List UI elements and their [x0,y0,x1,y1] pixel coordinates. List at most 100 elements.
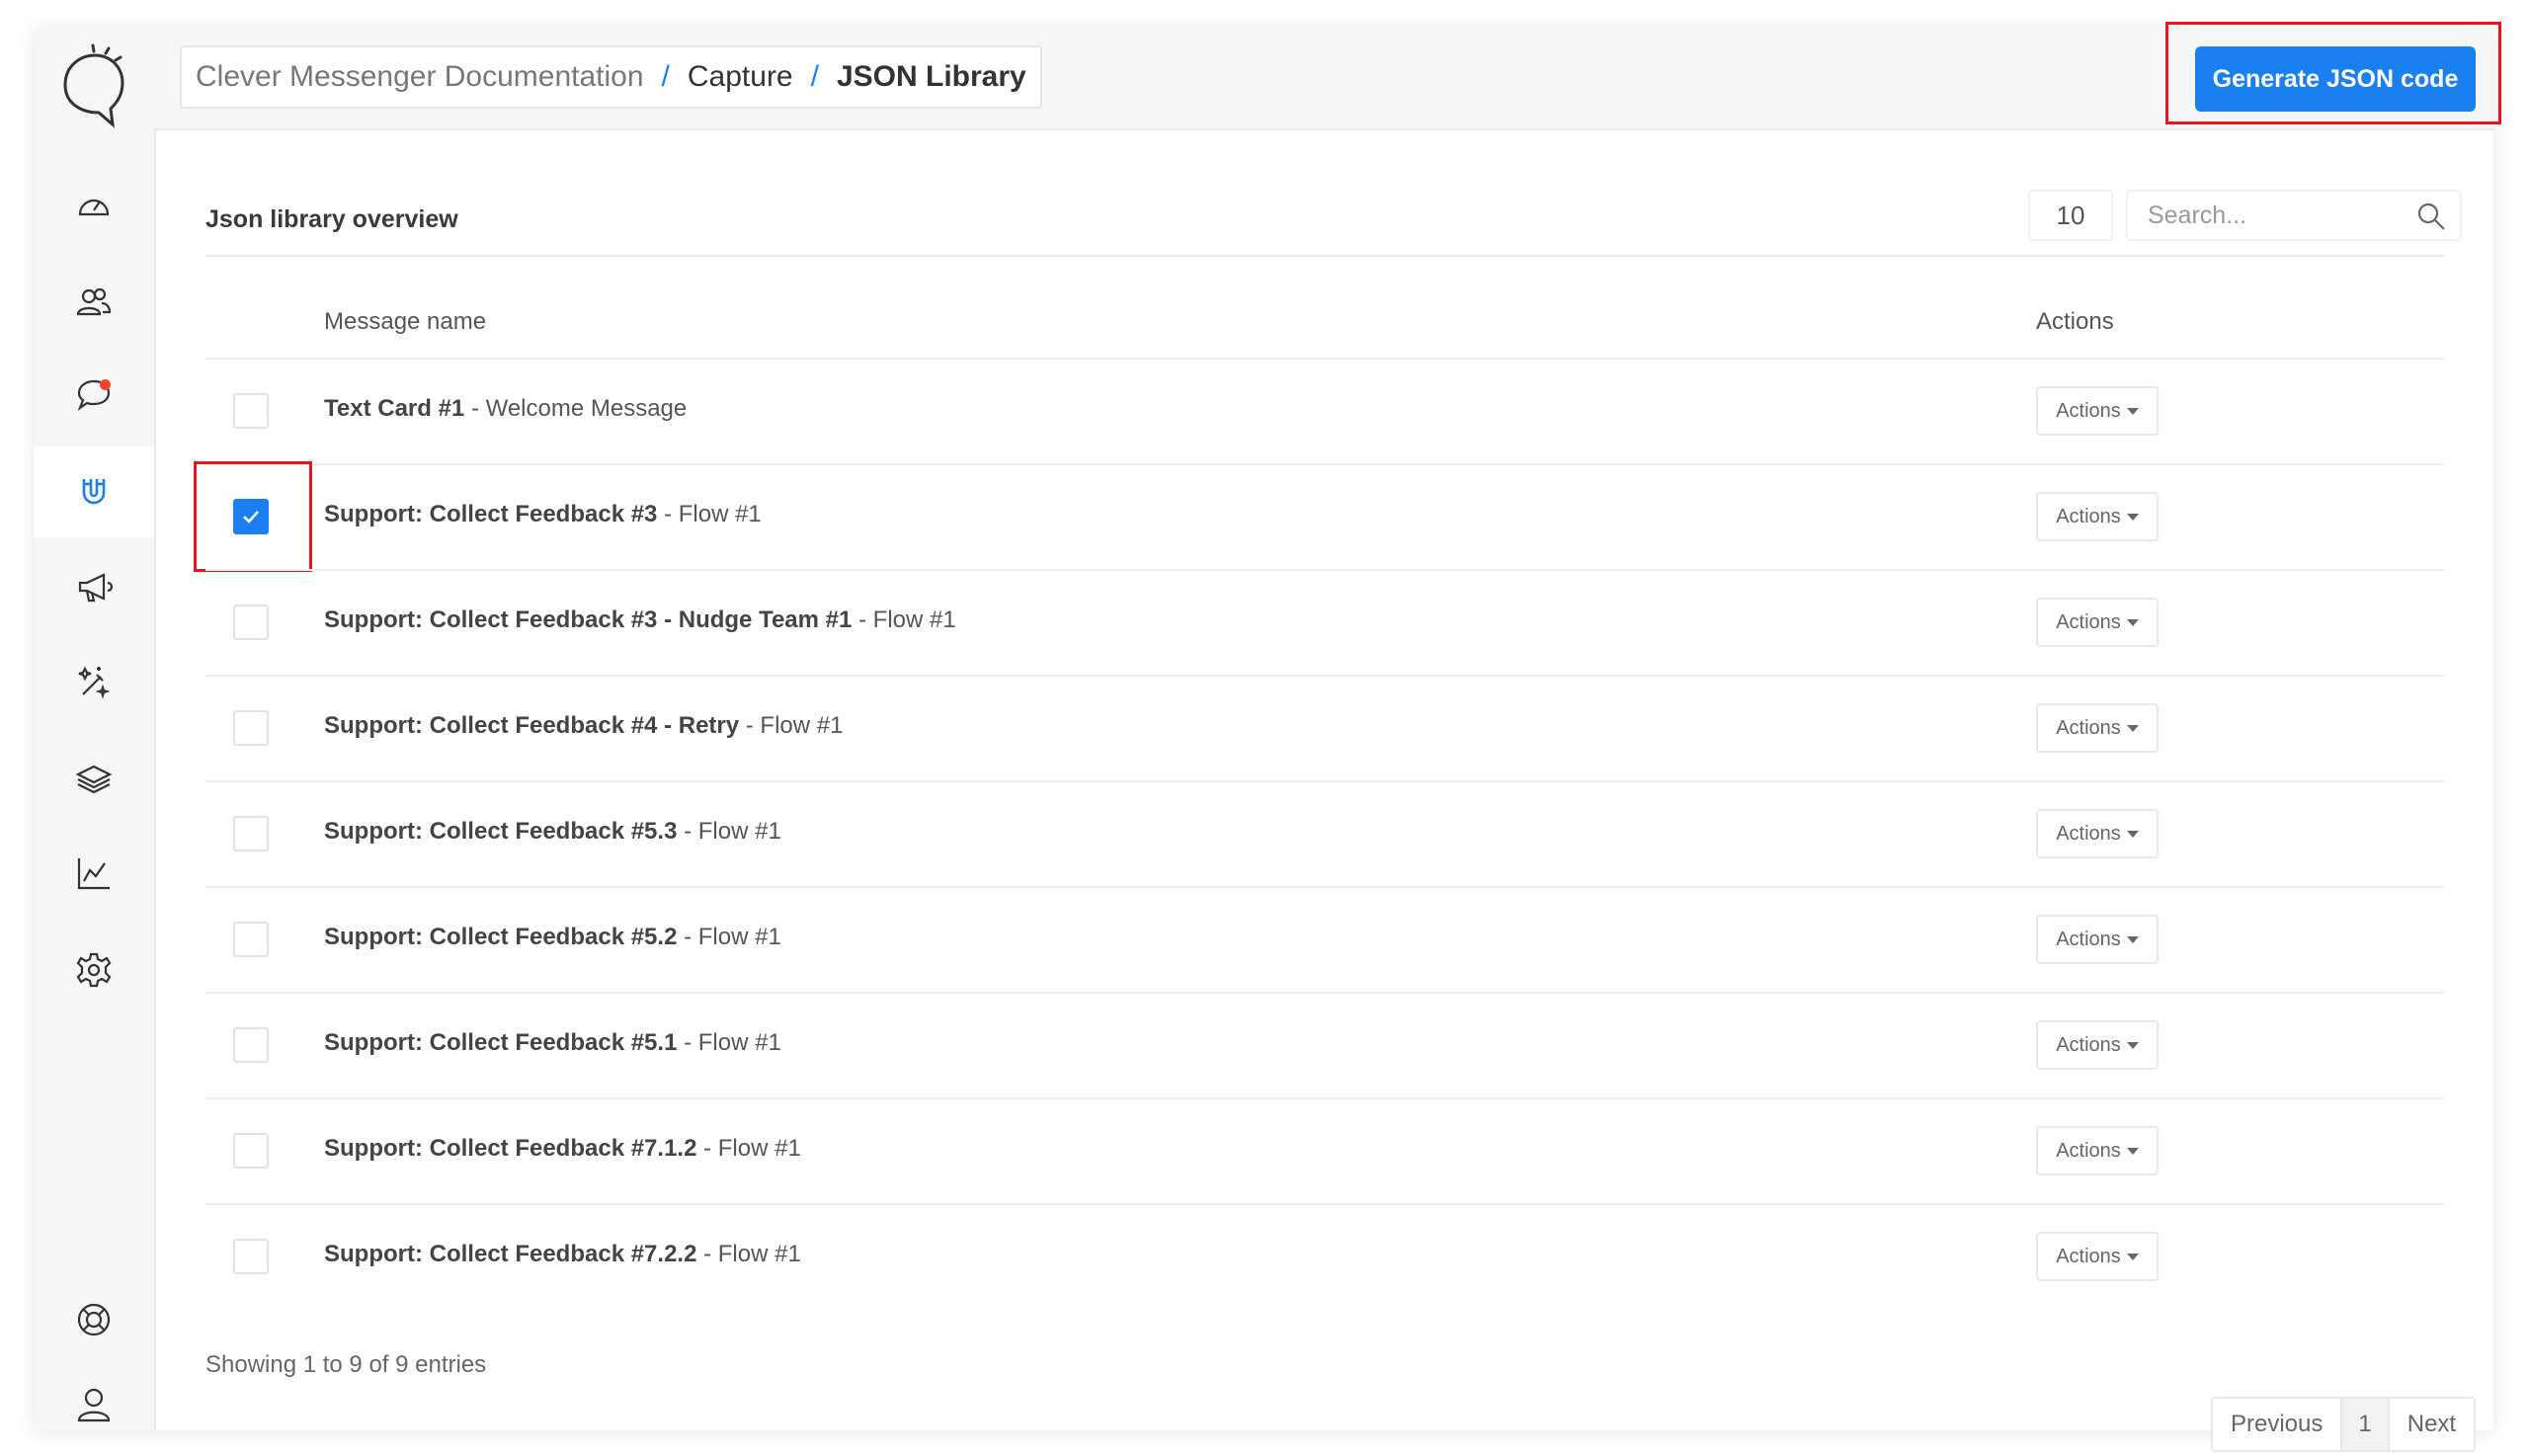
message-name: Support: Collect Feedback #7.1.2 - Flow … [324,1135,801,1163]
breadcrumb-item-documentation[interactable]: Clever Messenger Documentation [196,60,644,94]
analytics-icon [77,858,110,890]
column-header-actions: Actions [2036,308,2114,335]
message-name: Support: Collect Feedback #3 - Flow #1 [324,501,762,528]
actions-dropdown-button[interactable]: Actions [2036,809,2159,858]
actions-dropdown-button[interactable]: Actions [2036,915,2159,964]
sidebar [34,28,156,1430]
caret-down-icon [2126,618,2139,626]
breadcrumb: Clever Messenger Documentation / Capture… [180,45,1042,109]
actions-label: Actions [2056,822,2121,845]
message-title: Text Card #1 [324,395,465,422]
message-flow: - Flow #1 [677,1029,781,1056]
search-input[interactable] [2146,192,2416,239]
actions-dropdown-button[interactable]: Actions [2036,386,2159,436]
row-checkbox[interactable] [233,1239,269,1274]
message-flow: - Flow #1 [696,1135,801,1162]
sidebar-item-analytics[interactable] [34,828,154,919]
actions-label: Actions [2056,716,2121,739]
actions-dropdown-button[interactable]: Actions [2036,492,2159,541]
actions-dropdown-button[interactable]: Actions [2036,1020,2159,1070]
actions-label: Actions [2056,1139,2121,1162]
table-row: Support: Collect Feedback #7.2.2 - Flow … [205,1203,2444,1309]
dashboard-icon [78,199,110,216]
actions-dropdown-button[interactable]: Actions [2036,598,2159,647]
sidebar-item-settings[interactable] [34,925,154,1015]
table-row: Support: Collect Feedback #5.1 - Flow #1… [205,992,2444,1097]
row-checkbox[interactable] [233,1133,269,1169]
breadcrumb-separator: / [661,60,670,93]
message-title: Support: Collect Feedback #5.1 [324,1029,678,1056]
table-row: Support: Collect Feedback #4 - Retry - F… [205,675,2444,780]
top-bar: Clever Messenger Documentation / Capture… [154,22,2501,130]
sidebar-item-dashboard[interactable] [34,160,154,251]
caret-down-icon [2126,1041,2139,1049]
caret-down-icon [2126,513,2139,521]
caret-down-icon [2126,830,2139,838]
user-profile-icon [77,1388,111,1422]
actions-dropdown-button[interactable]: Actions [2036,703,2159,753]
notification-dot [100,379,111,390]
message-flow: - Flow #1 [657,501,762,527]
actions-dropdown-button[interactable]: Actions [2036,1232,2159,1281]
layers-icon [75,765,113,794]
row-checkbox[interactable] [233,1027,269,1063]
search-box [2126,190,2462,241]
message-flow: - Flow #1 [677,924,781,950]
sidebar-item-help[interactable] [34,1274,154,1365]
page-number-button[interactable]: 1 [2340,1399,2390,1450]
divider [205,255,2444,257]
sidebar-item-layers[interactable] [34,733,154,824]
table-row: Support: Collect Feedback #3 - Nudge Tea… [205,569,2444,675]
message-title: Support: Collect Feedback #4 - Retry [324,712,740,739]
message-flow: - Flow #1 [696,1241,801,1267]
caret-down-icon [2126,935,2139,943]
sidebar-item-profile[interactable] [34,1359,154,1450]
logo-icon[interactable] [53,41,134,130]
sidebar-item-automation[interactable] [34,636,154,727]
message-flow: - Flow #1 [852,607,956,633]
caret-down-icon [2126,724,2139,732]
message-flow: - Flow #1 [677,818,781,845]
message-name: Support: Collect Feedback #3 - Nudge Tea… [324,607,956,634]
column-header-message-name: Message name [324,308,487,335]
message-name: Text Card #1 - Welcome Message [324,395,687,423]
table-row: Support: Collect Feedback #5.3 - Flow #1… [205,780,2444,886]
actions-label: Actions [2056,505,2121,527]
megaphone-icon [78,573,113,603]
caret-down-icon [2126,1147,2139,1155]
page-size-select[interactable]: 10 [2028,190,2113,241]
magic-wand-icon [78,666,111,699]
message-name: Support: Collect Feedback #5.1 - Flow #1 [324,1029,781,1057]
sidebar-item-users[interactable] [34,257,154,348]
table-row: Support: Collect Feedback #3 - Flow #1 Ac… [194,461,2444,572]
page-title: Json library overview [205,205,458,233]
message-title: Support: Collect Feedback #3 [324,501,658,527]
message-name: Support: Collect Feedback #7.2.2 - Flow … [324,1241,801,1268]
row-checkbox[interactable] [233,922,269,957]
message-title: Support: Collect Feedback #5.2 [324,924,678,950]
row-checkbox[interactable] [233,710,269,746]
row-checkbox[interactable] [233,393,269,429]
previous-page-button[interactable]: Previous [2213,1399,2341,1450]
row-checkbox[interactable] [233,605,269,640]
message-title: Support: Collect Feedback #5.3 [324,818,678,845]
sidebar-item-capture[interactable] [34,446,154,537]
actions-label: Actions [2056,610,2121,633]
sidebar-item-messages[interactable] [34,350,154,441]
actions-dropdown-button[interactable]: Actions [2036,1126,2159,1175]
message-name: Support: Collect Feedback #5.3 - Flow #1 [324,818,781,846]
row-checkbox[interactable] [233,499,269,534]
users-icon [76,287,112,316]
pagination: Previous 1 Next [2211,1397,2477,1452]
row-checkbox[interactable] [233,816,269,851]
next-page-button[interactable]: Next [2389,1399,2475,1450]
search-icon[interactable] [2416,202,2446,231]
breadcrumb-item-capture[interactable]: Capture [688,60,793,94]
app-window: Clever Messenger Documentation / Capture… [34,22,2501,1452]
caret-down-icon [2126,1253,2139,1260]
sidebar-item-campaigns[interactable] [34,541,154,632]
message-title: Support: Collect Feedback #7.1.2 [324,1135,697,1162]
generate-json-button[interactable]: Generate JSON code [2195,46,2476,112]
message-table: Text Card #1 - Welcome Message Actions Sup… [194,358,2444,1309]
table-row: Support: Collect Feedback #7.1.2 - Flow … [205,1097,2444,1203]
